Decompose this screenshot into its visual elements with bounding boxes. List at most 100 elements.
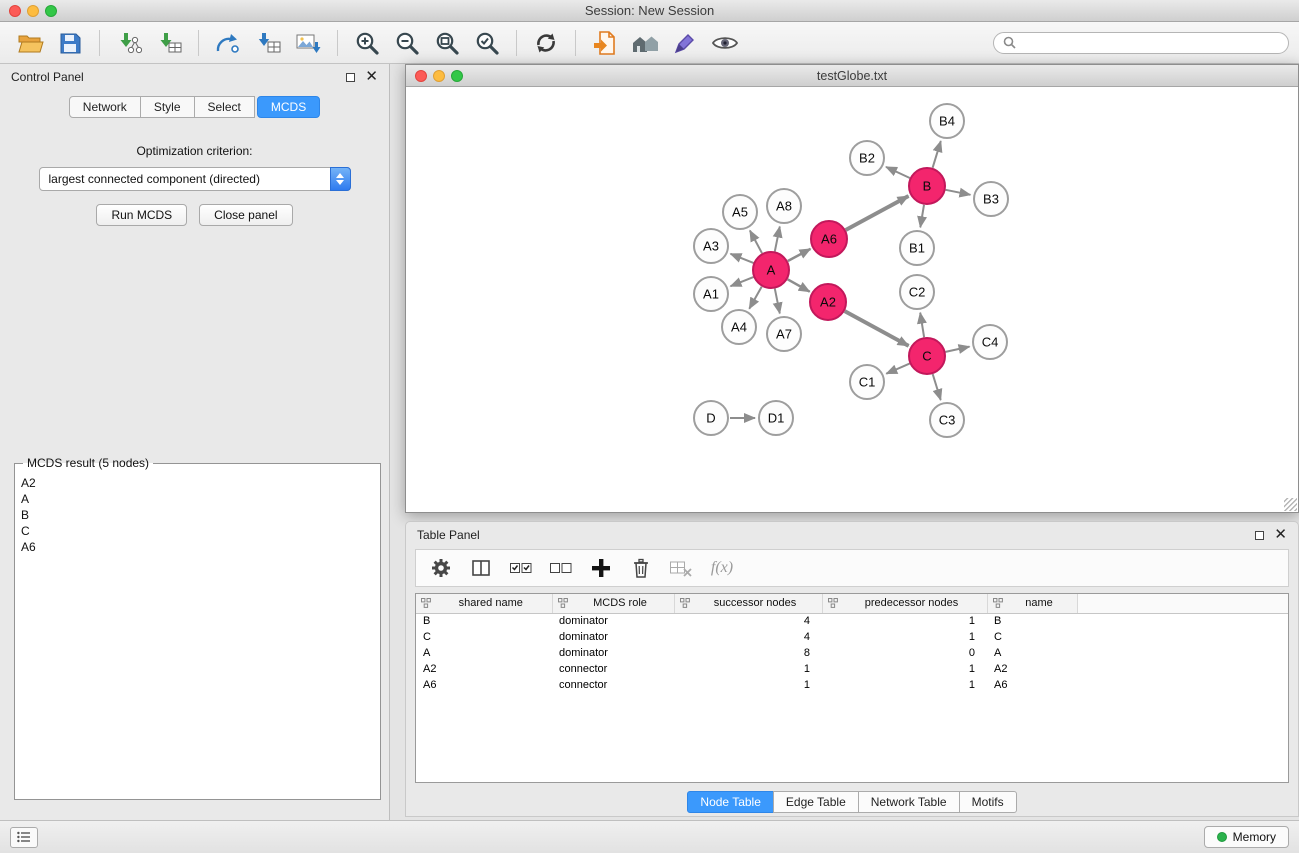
fullscreen-button[interactable] <box>45 5 57 17</box>
table-row[interactable]: Bdominator41B <box>416 613 1288 629</box>
table-settings-button[interactable] <box>428 554 454 582</box>
import-table-button[interactable] <box>149 26 189 60</box>
graph-node-A6[interactable]: A6 <box>811 221 847 257</box>
graph-edge-C-C4[interactable] <box>946 347 970 352</box>
memory-button[interactable]: Memory <box>1204 826 1289 848</box>
tab-style[interactable]: Style <box>140 96 195 118</box>
table-row[interactable]: A6connector11A6 <box>416 677 1288 693</box>
graph-node-A2[interactable]: A2 <box>810 284 846 320</box>
graph-node-A4[interactable]: A4 <box>722 310 756 344</box>
home-button[interactable] <box>625 26 665 60</box>
select-all-button[interactable] <box>508 554 534 582</box>
column-header-name[interactable]: name <box>987 594 1077 613</box>
annotations-button[interactable] <box>665 26 705 60</box>
graph-edge-B-B2[interactable] <box>886 167 910 178</box>
table-row[interactable]: A2connector11A2 <box>416 661 1288 677</box>
delete-column-button[interactable] <box>628 554 654 582</box>
close-button[interactable] <box>9 5 21 17</box>
graph-node-D1[interactable]: D1 <box>759 401 793 435</box>
graph-node-A8[interactable]: A8 <box>767 189 801 223</box>
graph-node-B3[interactable]: B3 <box>974 182 1008 216</box>
graph-node-B[interactable]: B <box>909 168 945 204</box>
import-file-button[interactable] <box>585 26 625 60</box>
network-close-button[interactable] <box>415 70 427 82</box>
graph-edge-B-B3[interactable] <box>946 190 971 195</box>
graph-edge-A-A3[interactable] <box>731 254 754 263</box>
export-network-button[interactable] <box>208 26 248 60</box>
tab-edge-table[interactable]: Edge Table <box>773 791 859 813</box>
table-row[interactable]: Cdominator41C <box>416 629 1288 645</box>
close-table-panel-icon[interactable]: ✕ <box>1274 530 1287 540</box>
search-field[interactable] <box>993 32 1289 54</box>
graph-edge-C-C3[interactable] <box>933 374 941 400</box>
graph-edge-A2-C[interactable] <box>845 311 909 346</box>
float-table-panel-icon[interactable] <box>1255 531 1264 540</box>
resize-grip[interactable] <box>1284 498 1297 511</box>
graph-edge-A6-B[interactable] <box>846 196 909 230</box>
graph-node-A7[interactable]: A7 <box>767 317 801 351</box>
table-row[interactable]: Adominator80A <box>416 645 1288 661</box>
minimize-button[interactable] <box>27 5 39 17</box>
graph-node-A[interactable]: A <box>753 252 789 288</box>
network-fullscreen-button[interactable] <box>451 70 463 82</box>
graph-edge-A-A2[interactable] <box>788 279 810 291</box>
show-view-button[interactable] <box>705 26 745 60</box>
tab-motifs[interactable]: Motifs <box>959 791 1017 813</box>
optimization-criterion-select[interactable]: largest connected component (directed) <box>39 167 351 191</box>
network-canvas[interactable]: B4B2BB3A8A5A6B1A3AC2A1A2A4A7C4CC1C3DD1 <box>406 87 1298 512</box>
tab-select[interactable]: Select <box>194 96 255 118</box>
graph-edge-B-B1[interactable] <box>920 205 924 228</box>
zoom-out-button[interactable] <box>387 26 427 60</box>
search-input[interactable] <box>1021 36 1279 50</box>
graph-node-C4[interactable]: C4 <box>973 325 1007 359</box>
add-column-button[interactable] <box>588 554 614 582</box>
deselect-all-button[interactable] <box>548 554 574 582</box>
column-header-predecessor-nodes[interactable]: predecessor nodes <box>822 594 987 613</box>
function-builder-button[interactable]: f(x) <box>708 554 734 582</box>
task-history-button[interactable] <box>10 827 38 848</box>
import-network-button[interactable] <box>109 26 149 60</box>
tab-network[interactable]: Network <box>69 96 141 118</box>
refresh-view-button[interactable] <box>526 26 566 60</box>
column-header-mcds-role[interactable]: MCDS role <box>552 594 674 613</box>
float-panel-icon[interactable] <box>346 73 355 82</box>
network-window-titlebar[interactable]: testGlobe.txt <box>406 65 1298 87</box>
tab-mcds[interactable]: MCDS <box>257 96 320 118</box>
close-panel-icon[interactable]: ✕ <box>365 72 378 82</box>
graph-edge-A-A4[interactable] <box>749 287 761 309</box>
graph-node-A5[interactable]: A5 <box>723 195 757 229</box>
run-mcds-button[interactable]: Run MCDS <box>96 204 187 226</box>
graph-node-C2[interactable]: C2 <box>900 275 934 309</box>
graph-node-C1[interactable]: C1 <box>850 365 884 399</box>
graph-node-A3[interactable]: A3 <box>694 229 728 263</box>
save-session-button[interactable] <box>50 26 90 60</box>
tab-node-table[interactable]: Node Table <box>687 791 774 813</box>
graph-edge-C-C2[interactable] <box>920 313 924 338</box>
graph-node-B1[interactable]: B1 <box>900 231 934 265</box>
zoom-selected-button[interactable] <box>467 26 507 60</box>
graph-node-B4[interactable]: B4 <box>930 104 964 138</box>
open-session-button[interactable] <box>10 26 50 60</box>
mcds-result-item[interactable]: A6 <box>21 539 374 555</box>
graph-node-A1[interactable]: A1 <box>694 277 728 311</box>
graph-edge-A-A1[interactable] <box>731 277 754 286</box>
mcds-result-item[interactable]: C <box>21 523 374 539</box>
mcds-result-item[interactable]: A2 <box>21 475 374 491</box>
network-minimize-button[interactable] <box>433 70 445 82</box>
export-image-button[interactable] <box>288 26 328 60</box>
graph-edge-B-B4[interactable] <box>933 141 941 168</box>
graph-node-C3[interactable]: C3 <box>930 403 964 437</box>
zoom-in-button[interactable] <box>347 26 387 60</box>
graph-node-B2[interactable]: B2 <box>850 141 884 175</box>
graph-edge-A-A8[interactable] <box>775 227 780 252</box>
close-panel-button[interactable]: Close panel <box>199 204 292 226</box>
tab-network-table[interactable]: Network Table <box>858 791 960 813</box>
network-graph[interactable]: B4B2BB3A8A5A6B1A3AC2A1A2A4A7C4CC1C3DD1 <box>406 87 1298 511</box>
graph-node-D[interactable]: D <box>694 401 728 435</box>
panel-splitter[interactable] <box>390 64 405 820</box>
graph-edge-A-A7[interactable] <box>775 289 780 314</box>
column-header-shared-name[interactable]: shared name <box>416 594 552 613</box>
mcds-result-item[interactable]: B <box>21 507 374 523</box>
zoom-fit-button[interactable] <box>427 26 467 60</box>
export-table-button[interactable] <box>248 26 288 60</box>
